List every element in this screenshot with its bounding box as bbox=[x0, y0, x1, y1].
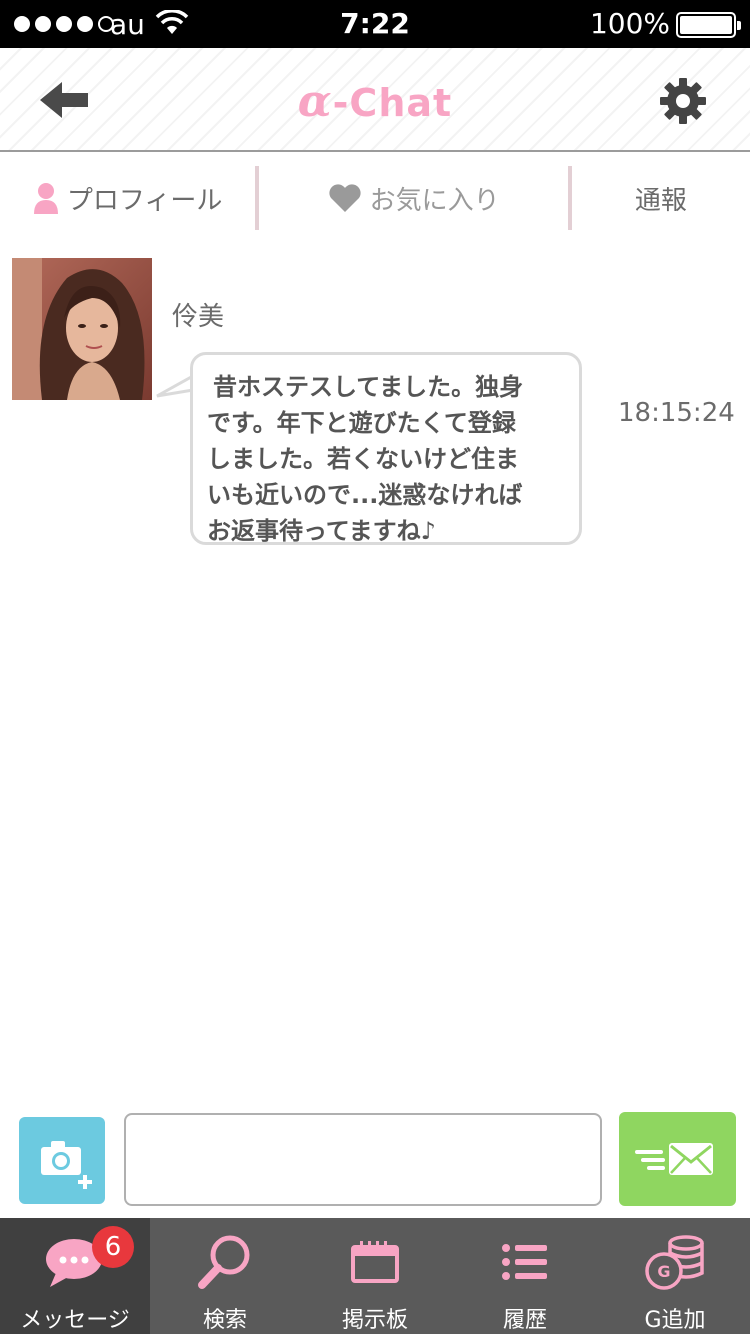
message-line: 昔ホステスしてました。独身 bbox=[213, 373, 524, 401]
nav-label: 履歴 bbox=[502, 1308, 547, 1333]
camera-button[interactable] bbox=[19, 1117, 105, 1204]
tab-report-label: 通報 bbox=[634, 185, 687, 216]
heart-icon bbox=[328, 184, 361, 212]
tab-favorite-label: お気に入り bbox=[369, 185, 500, 216]
bubble-tail bbox=[156, 374, 195, 398]
status-bar: au 7:22 100% bbox=[0, 0, 750, 48]
person-icon bbox=[33, 183, 58, 214]
envelope-send-icon bbox=[635, 1143, 713, 1175]
board-icon bbox=[351, 1241, 399, 1283]
chat-screen: au 7:22 100% α-Chat プロフィール お気に入り 通報 伶美 昔… bbox=[0, 0, 750, 1334]
tab-favorite[interactable]: お気に入り bbox=[259, 154, 568, 242]
nav-label: メッセージ bbox=[20, 1308, 130, 1333]
nav-label: 検索 bbox=[202, 1308, 247, 1333]
gear-icon[interactable] bbox=[658, 76, 708, 126]
message-line: お返事待ってますね♪ bbox=[207, 517, 436, 545]
profile-action-tabs: プロフィール お気に入り 通報 bbox=[0, 154, 750, 242]
battery-percent: 100% bbox=[589, 7, 670, 40]
sender-name: 伶美 bbox=[172, 302, 225, 332]
svg-text:G: G bbox=[657, 1262, 670, 1281]
nav-messages[interactable]: 6 メッセージ bbox=[0, 1218, 150, 1334]
nav-history[interactable]: 履歴 bbox=[450, 1218, 600, 1334]
tab-profile[interactable]: プロフィール bbox=[0, 154, 255, 242]
battery-icon bbox=[676, 12, 741, 38]
avatar[interactable] bbox=[12, 258, 152, 400]
nav-label: 掲示板 bbox=[341, 1308, 408, 1333]
nav-label: G追加 bbox=[644, 1308, 706, 1333]
app-header: α-Chat bbox=[0, 48, 750, 152]
coins-icon: G bbox=[645, 1235, 704, 1290]
camera-plus-icon bbox=[41, 1141, 92, 1189]
message-input[interactable] bbox=[124, 1113, 602, 1206]
nav-board[interactable]: 掲示板 bbox=[300, 1218, 450, 1334]
message-line: いも近いので...迷惑なければ bbox=[207, 481, 523, 509]
unread-badge: 6 bbox=[92, 1226, 134, 1268]
list-icon bbox=[502, 1244, 547, 1280]
bottom-nav: 6 メッセージ 検索 掲示板 履歴 G G追加 bbox=[0, 1218, 750, 1334]
tab-report[interactable]: 通報 bbox=[572, 154, 750, 242]
app-logo: α-Chat bbox=[297, 76, 453, 127]
send-button[interactable] bbox=[619, 1112, 736, 1206]
message-line: しました。若くないけど住ま bbox=[207, 445, 519, 473]
magnifier-icon bbox=[198, 1235, 250, 1289]
nav-add-coins[interactable]: G G追加 bbox=[600, 1218, 750, 1334]
tab-profile-label: プロフィール bbox=[66, 185, 223, 216]
message-timestamp: 18:15:24 bbox=[618, 398, 735, 428]
nav-search[interactable]: 検索 bbox=[150, 1218, 300, 1334]
message-line: です。年下と遊びたくて登録 bbox=[207, 409, 516, 437]
message-bubble: 昔ホステスしてました。独身 です。年下と遊びたくて登録 しました。若くないけど住… bbox=[190, 352, 582, 545]
